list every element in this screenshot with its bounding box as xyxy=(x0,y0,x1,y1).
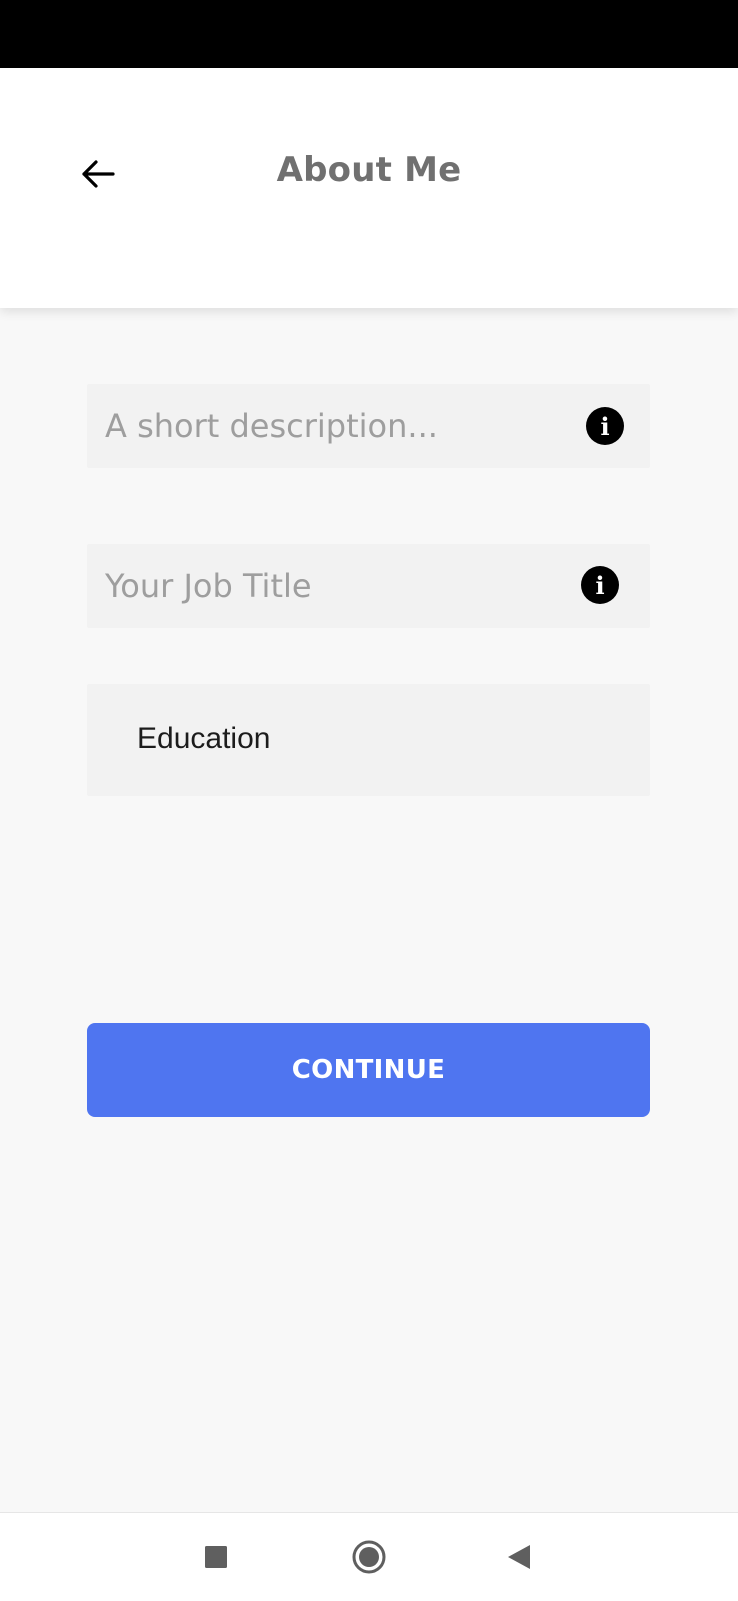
status-bar xyxy=(0,0,738,68)
description-input[interactable] xyxy=(105,384,545,468)
job-title-field[interactable]: i xyxy=(87,544,650,628)
app-bar: About Me xyxy=(0,68,738,308)
circle-icon xyxy=(352,1540,386,1574)
recent-apps-button[interactable] xyxy=(190,1531,242,1583)
system-back-button[interactable] xyxy=(493,1531,545,1583)
job-title-input[interactable] xyxy=(105,544,545,628)
continue-button[interactable]: CONTINUE xyxy=(87,1023,650,1117)
triangle-back-icon xyxy=(508,1545,530,1569)
description-field[interactable]: i xyxy=(87,384,650,468)
education-field[interactable]: Education xyxy=(87,684,650,796)
page-title: About Me xyxy=(276,150,462,190)
info-icon[interactable]: i xyxy=(581,566,619,604)
education-label: Education xyxy=(137,722,271,755)
home-button[interactable] xyxy=(343,1531,395,1583)
info-icon[interactable]: i xyxy=(586,407,624,445)
system-nav-bar xyxy=(0,1512,738,1601)
square-icon xyxy=(205,1546,227,1568)
